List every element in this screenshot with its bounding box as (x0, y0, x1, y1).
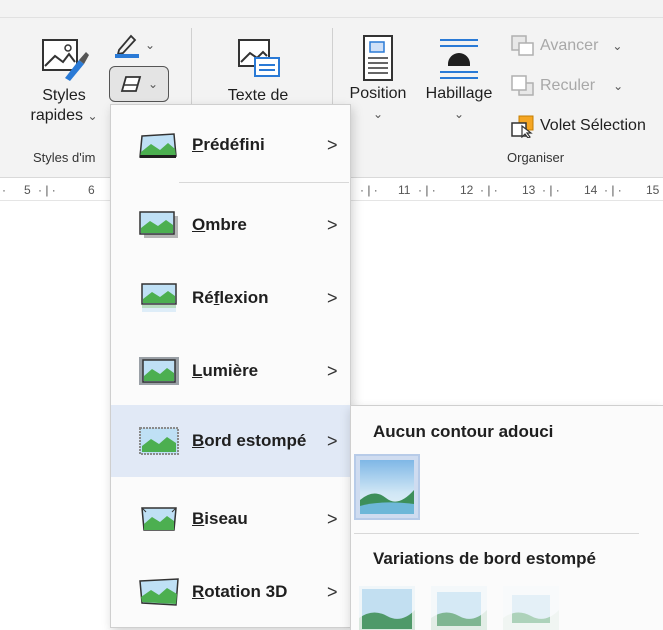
bring-forward-icon (511, 35, 534, 56)
menu-item-bord-estompe[interactable]: Bord estompé > (111, 405, 350, 477)
chevron-right-icon: > (327, 134, 338, 155)
chevron-down-icon: ⌄ (612, 39, 623, 53)
ruler-number: 6 (88, 183, 95, 197)
soft-edges-submenu: Aucun contour adouci Variations de bord … (350, 405, 663, 630)
soft-edge-variation-option[interactable] (494, 577, 568, 630)
chevron-right-icon: > (327, 287, 338, 308)
ruler-number: 14 (584, 183, 598, 197)
soft-edge-variation-option[interactable] (425, 580, 493, 630)
soft-edge-thumbnail (356, 583, 418, 630)
menu-item-label: Prédéfini (192, 135, 265, 154)
picture-styles-icon (42, 39, 89, 81)
menu-item-label: Réflexion (192, 288, 269, 307)
organiser-group-label: Organiser (507, 150, 565, 165)
chevron-down-icon: ⌄ (613, 79, 624, 93)
soft-edge-variation-option[interactable] (356, 583, 418, 630)
menu-separator (179, 182, 349, 183)
chevron-down-icon: ⌄ (372, 107, 384, 121)
glow-effect-icon (139, 357, 179, 385)
chevron-right-icon: > (327, 430, 338, 451)
ruler-number: 11 (398, 183, 411, 197)
submenu-separator (354, 533, 639, 534)
avancer-button[interactable]: Avancer ⌄ (510, 34, 622, 58)
chevron-down-icon: ⌄ (453, 107, 465, 121)
preset-effect-icon (139, 133, 177, 158)
texte-de-button[interactable]: Texte de (210, 34, 306, 106)
menu-item-predefini[interactable]: Prédéfini > (111, 109, 350, 181)
ribbon-tab-strip (0, 0, 663, 18)
bevel-effect-icon (141, 507, 177, 531)
image-effects-button[interactable]: ⌄ (109, 66, 169, 102)
reflection-effect-icon (141, 283, 177, 312)
menu-item-label: Ombre (192, 215, 247, 234)
rotation-3d-effect-icon (139, 578, 179, 606)
soft-edge-thumbnail (360, 460, 414, 514)
menu-item-label: Lumière (192, 361, 259, 380)
menu-item-label: Bord estompé (192, 431, 307, 450)
menu-item-label: Rotation 3D (192, 582, 288, 601)
ruler-number: 15 (646, 183, 660, 197)
menu-item-ombre[interactable]: Ombre > (111, 189, 350, 261)
image-effects-menu: Prédéfini > Ombre > Réflexion > Lumière … (110, 104, 351, 628)
selection-pane-icon (511, 115, 534, 138)
soft-edges-effect-icon (139, 427, 179, 455)
menu-item-biseau[interactable]: Biseau > (111, 483, 350, 555)
shadow-effect-icon (139, 211, 178, 238)
ruler-number: 13 (522, 183, 536, 197)
wrap-text-icon (440, 39, 478, 79)
avancer-label: Avancer (540, 37, 599, 54)
habillage-button[interactable]: Habillage ⌄ (417, 34, 501, 124)
volet-selection-label: Volet Sélection (540, 117, 646, 134)
eraser-effects-icon (120, 76, 142, 92)
ruler-number: 5 (24, 183, 31, 197)
menu-item-label: Biseau (192, 509, 248, 528)
position-icon (363, 35, 393, 81)
chevron-down-icon: ⌄ (87, 109, 98, 123)
reculer-button[interactable]: Reculer ⌄ (510, 74, 623, 98)
soft-edge-thumbnail (494, 577, 568, 630)
ruler-number: 12 (460, 183, 474, 197)
send-backward-icon (511, 75, 534, 96)
alt-text-icon (238, 39, 280, 77)
texte-de-label: Texte de (227, 87, 289, 104)
menu-item-rotation-3d[interactable]: Rotation 3D > (111, 556, 350, 628)
chevron-right-icon: > (327, 214, 338, 235)
volet-selection-button[interactable]: Volet Sélection (510, 114, 646, 138)
styles-rapides-label-1: Styles (42, 87, 86, 104)
soft-edge-thumbnail (425, 580, 493, 630)
styles-group-label: Styles d'im (33, 150, 96, 165)
image-border-button[interactable]: ⌄ (113, 32, 155, 58)
menu-item-lumiere[interactable]: Lumière > (111, 335, 350, 407)
menu-item-reflexion[interactable]: Réflexion > (111, 262, 350, 334)
no-soft-edges-heading: Aucun contour adouci (373, 422, 554, 441)
styles-rapides-button[interactable]: Styles rapides ⌄ (22, 34, 106, 126)
chevron-down-icon: ⌄ (147, 77, 159, 91)
habillage-label: Habillage (425, 85, 493, 102)
chevron-right-icon: > (327, 508, 338, 529)
position-button[interactable]: Position ⌄ (344, 34, 412, 124)
no-soft-edges-option[interactable] (354, 454, 420, 520)
styles-rapides-label-2: rapides (30, 107, 83, 124)
reculer-label: Reculer (540, 77, 596, 94)
chevron-down-icon: ⌄ (145, 38, 156, 52)
position-label: Position (349, 85, 407, 102)
chevron-right-icon: > (327, 581, 338, 602)
pen-border-icon (115, 34, 139, 58)
soft-edge-variations-heading: Variations de bord estompé (373, 549, 596, 568)
chevron-right-icon: > (327, 360, 338, 381)
